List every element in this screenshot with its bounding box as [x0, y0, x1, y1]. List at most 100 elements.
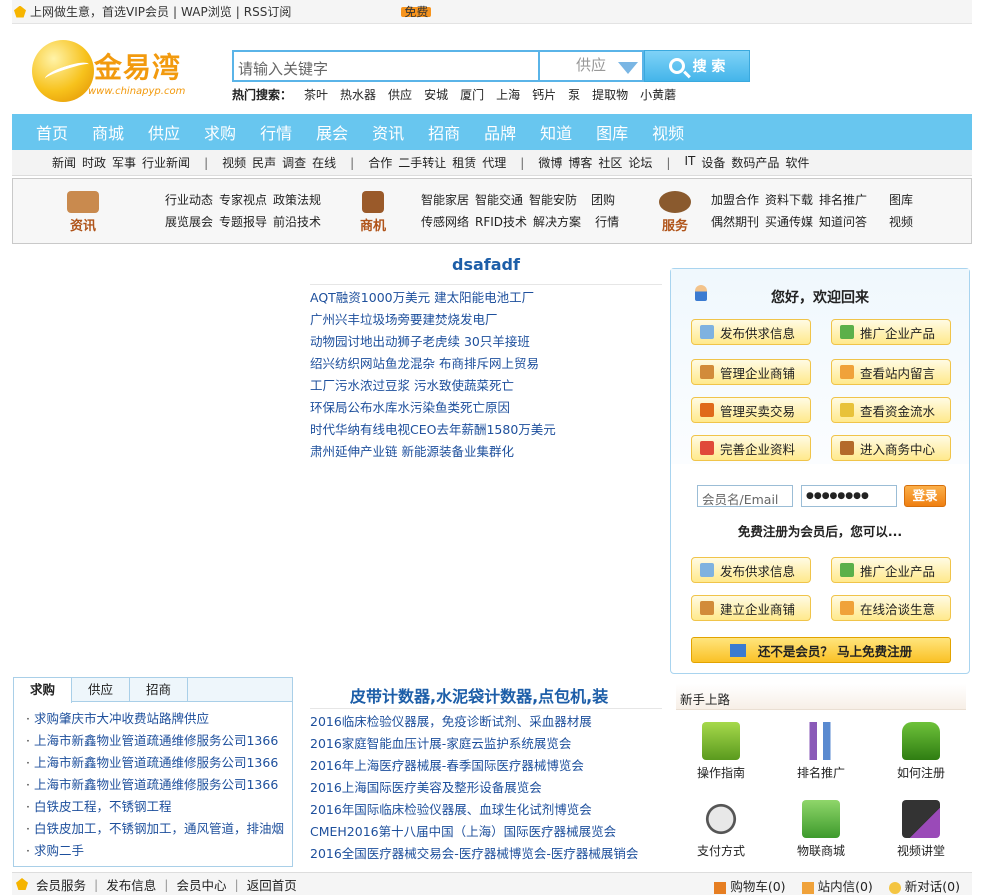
publish-info-button-2[interactable]: 发布供求信息 [691, 557, 811, 583]
hot-term[interactable]: 厦门 [460, 86, 484, 103]
hot-term[interactable]: 热水器 [340, 86, 376, 103]
tab-supply[interactable]: 供应 [72, 678, 130, 701]
guide-item[interactable]: 物联商城 [776, 800, 866, 859]
subnav-link[interactable]: 民声 [252, 154, 276, 171]
hot-term[interactable]: 供应 [388, 86, 412, 103]
nav-home[interactable]: 首页 [36, 120, 68, 144]
cat-link[interactable]: 视频 [889, 211, 913, 233]
subnav-link[interactable]: 时政 [82, 154, 106, 171]
subnav-link[interactable]: 视频 [222, 154, 246, 171]
subnav-link[interactable]: 代理 [482, 154, 506, 171]
subnav-link[interactable]: 调查 [282, 154, 306, 171]
subnav-link[interactable]: 微博 [538, 154, 562, 171]
vip-link[interactable]: 上网做生意，首选VIP会员 [30, 3, 169, 20]
mail-link[interactable]: 站内信(0) [801, 876, 873, 895]
business-center-button[interactable]: 进入商务中心 [831, 435, 951, 461]
category-business[interactable]: 商机 [343, 191, 403, 241]
news-item[interactable]: 动物园讨地出动狮子老虎续 30只羊接班 [310, 331, 662, 353]
news-item[interactable]: 环保局公布水库水污染鱼类死亡原因 [310, 397, 662, 419]
cat-link[interactable]: 专题报导 [219, 211, 267, 233]
list-item[interactable]: 上海市新鑫物业管道疏通维修服务公司1366 [26, 774, 292, 796]
news-item[interactable]: 2016年上海医疗器械展-春季国际医疗器械博览会 [310, 755, 662, 777]
promote-product-button[interactable]: 推广企业产品 [831, 319, 951, 345]
member-service-link[interactable]: 会员服务 [36, 875, 86, 894]
hot-term[interactable]: 小黄蘑 [640, 86, 676, 103]
list-item[interactable]: 求购二手 [26, 840, 292, 862]
build-shop-button[interactable]: 建立企业商铺 [691, 595, 811, 621]
category-service[interactable]: 服务 [645, 191, 705, 241]
wap-link[interactable]: WAP浏览 [181, 3, 232, 20]
hot-term[interactable]: 茶叶 [304, 86, 328, 103]
nav-mall[interactable]: 商城 [92, 120, 124, 144]
subnav-link[interactable]: 新闻 [52, 154, 76, 171]
tab-buy[interactable]: 求购 [14, 678, 72, 703]
news-item[interactable]: 2016上海国际医疗美容及整形设备展览会 [310, 777, 662, 799]
cat-link[interactable]: RFID技术 [475, 211, 527, 233]
cat-link[interactable]: 图库 [889, 189, 913, 211]
guide-item[interactable]: 如何注册 [876, 722, 966, 781]
search-type-select[interactable]: 供应 [538, 50, 644, 82]
hot-term[interactable]: 提取物 [592, 86, 628, 103]
news-item[interactable]: 时代华纳有线电视CEO去年薪酬1580万美元 [310, 419, 662, 441]
publish-link[interactable]: 发布信息 [106, 875, 156, 894]
cat-link[interactable]: 解决方案 [533, 211, 581, 233]
nav-know[interactable]: 知道 [540, 120, 572, 144]
cat-link[interactable]: 前沿技术 [273, 211, 321, 233]
online-negotiate-button[interactable]: 在线洽谈生意 [831, 595, 951, 621]
subnav-link[interactable]: 论坛 [628, 154, 652, 171]
promote-product-button-2[interactable]: 推广企业产品 [831, 557, 951, 583]
subnav-link[interactable]: 租赁 [452, 154, 476, 171]
nav-invest[interactable]: 招商 [428, 120, 460, 144]
subnav-link[interactable]: 博客 [568, 154, 592, 171]
news-title-2[interactable]: 皮带计数器,水泥袋计数器,点包机,装 [350, 683, 608, 707]
nav-brand[interactable]: 品牌 [484, 120, 516, 144]
nav-quotes[interactable]: 行情 [260, 120, 292, 144]
username-field[interactable]: 会员名/Email [697, 485, 793, 507]
cat-link[interactable]: 偶然期刊 [711, 211, 759, 233]
chat-link[interactable]: 新对话(0) [888, 876, 960, 895]
news-item[interactable]: 工厂污水浓过豆浆 污水致使蔬菜死亡 [310, 375, 662, 397]
subnav-link[interactable]: 合作 [368, 154, 392, 171]
hot-term[interactable]: 上海 [496, 86, 520, 103]
list-item[interactable]: 白铁皮加工，不锈钢加工，通风管道，排油烟 [26, 818, 292, 840]
news-title[interactable]: dsafadf [452, 255, 520, 274]
cat-link[interactable]: 行业动态 [165, 189, 213, 211]
subnav-link[interactable]: IT [684, 154, 695, 171]
subnav-link[interactable]: 社区 [598, 154, 622, 171]
login-button[interactable]: 登录 [904, 485, 946, 507]
category-news[interactable]: 资讯 [53, 191, 113, 241]
nav-news[interactable]: 资讯 [372, 120, 404, 144]
manage-trades-button[interactable]: 管理买卖交易 [691, 397, 811, 423]
cat-link[interactable]: 传感网络 [421, 211, 469, 233]
cat-link[interactable]: 排名推广 [819, 189, 867, 211]
subnav-link[interactable]: 二手转让 [398, 154, 446, 171]
hot-term[interactable]: 泵 [568, 86, 580, 103]
list-item[interactable]: 白铁皮工程，不锈钢工程 [26, 796, 292, 818]
member-center-link[interactable]: 会员中心 [176, 875, 226, 894]
news-item[interactable]: 2016临床检验仪器展，免疫诊断试剂、采血器材展 [310, 711, 662, 733]
subnav-link[interactable]: 军事 [112, 154, 136, 171]
guide-item[interactable]: 视频讲堂 [876, 800, 966, 859]
guide-item[interactable]: 支付方式 [676, 800, 766, 859]
cat-link[interactable]: 政策法规 [273, 189, 321, 211]
subnav-link[interactable]: 在线 [312, 154, 336, 171]
guide-item[interactable]: 排名推广 [776, 722, 866, 781]
publish-info-button[interactable]: 发布供求信息 [691, 319, 811, 345]
search-button[interactable]: 搜 索 [644, 50, 750, 82]
hot-term[interactable]: 钙片 [532, 86, 556, 103]
news-item[interactable]: 2016年国际临床检验仪器展、血球生化试剂博览会 [310, 799, 662, 821]
nav-buy[interactable]: 求购 [204, 120, 236, 144]
cat-link[interactable]: 买通传媒 [765, 211, 813, 233]
register-button[interactable]: 还不是会员？ 马上免费注册 [691, 637, 951, 663]
manage-shop-button[interactable]: 管理企业商铺 [691, 359, 811, 385]
tab-invest[interactable]: 招商 [130, 678, 188, 701]
view-messages-button[interactable]: 查看站内留言 [831, 359, 951, 385]
cat-link[interactable]: 团购 [591, 189, 615, 211]
cat-link[interactable]: 行情 [595, 211, 619, 233]
news-item[interactable]: CMEH2016第十八届中国（上海）国际医疗器械展览会 [310, 821, 662, 843]
news-item[interactable]: 广州兴丰垃圾场旁要建焚烧发电厂 [310, 309, 662, 331]
news-item[interactable]: AQT融资1000万美元 建太阳能电池工厂 [310, 287, 662, 309]
cat-link[interactable]: 加盟合作 [711, 189, 759, 211]
nav-video[interactable]: 视频 [652, 120, 684, 144]
cat-link[interactable]: 资料下载 [765, 189, 813, 211]
